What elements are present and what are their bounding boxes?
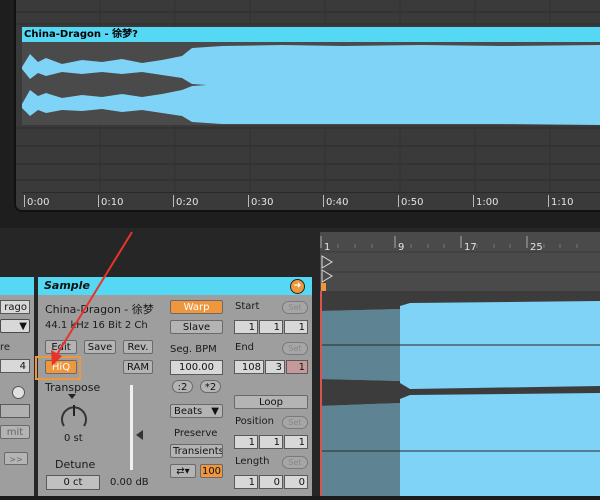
time-ruler[interactable]: 0:00 0:10 0:20 0:30 0:40 0:50 1:00 1:10 <box>22 192 600 210</box>
preserve-value: Transients <box>173 446 223 457</box>
volume-slider-handle[interactable] <box>136 430 143 440</box>
transpose-label: Transpose <box>45 381 101 394</box>
volume-slider-track[interactable] <box>130 385 133 470</box>
half-tempo-button[interactable]: :2 <box>172 380 193 393</box>
start-label: Start <box>235 301 260 312</box>
start-bar[interactable]: 1 <box>234 320 258 334</box>
sample-ruler-label: 25 <box>530 242 543 253</box>
warp-button[interactable]: Warp <box>170 300 223 314</box>
ruler-tick <box>473 195 474 207</box>
arrow-right-icon[interactable]: ➜ <box>290 279 305 294</box>
left-panel-value[interactable]: 4 <box>0 359 30 373</box>
end-set-button[interactable]: Set <box>282 342 308 355</box>
arrangement-clip-title[interactable]: China-Dragon - 徐梦? <box>22 27 600 42</box>
length-beat[interactable]: 0 <box>259 475 283 489</box>
left-panel-select[interactable]: ▼ <box>0 319 30 333</box>
sample-ruler-label: 9 <box>398 242 405 253</box>
ruler-label: 1:00 <box>476 197 499 208</box>
ruler-tick <box>24 195 25 207</box>
sample-editor-waveform[interactable] <box>320 291 600 496</box>
ruler-tick <box>548 195 549 207</box>
start-set-button[interactable]: Set <box>282 301 308 314</box>
left-panel-name: rago <box>0 300 30 314</box>
arrangement-clip-waveform[interactable] <box>22 42 600 125</box>
warp-mode-select[interactable]: Beats ▼ <box>170 404 223 418</box>
detune-label: Detune <box>55 458 96 471</box>
left-panel-forward[interactable]: >> <box>4 452 28 465</box>
chevron-down-icon: ▼ <box>211 406 219 417</box>
ruler-tick <box>323 195 324 207</box>
slave-button[interactable]: Slave <box>170 320 223 334</box>
left-panel-header <box>0 277 34 295</box>
end-label: End <box>235 342 255 353</box>
ruler-label: 0:30 <box>251 197 274 208</box>
ruler-tick <box>98 195 99 207</box>
transpose-knob[interactable] <box>58 400 90 432</box>
annotation-arrow <box>51 231 133 366</box>
ruler-label: 0:40 <box>326 197 349 208</box>
sample-ruler-label: 1 <box>324 242 331 253</box>
sample-ruler-grid <box>320 236 600 291</box>
preserve-select[interactable]: Transients <box>170 444 223 458</box>
position-label: Position <box>235 416 274 427</box>
loop-style-value[interactable]: 100 <box>200 464 223 478</box>
refresh-icon[interactable] <box>12 386 25 399</box>
double-tempo-button[interactable]: *2 <box>200 380 221 393</box>
left-panel-field[interactable] <box>0 404 30 418</box>
preserve-label: Preserve <box>174 428 218 439</box>
start-beat[interactable]: 1 <box>259 320 283 334</box>
volume-value: 0.00 dB <box>110 477 149 488</box>
detune-field[interactable]: 0 ct <box>46 475 100 490</box>
left-panel-button[interactable]: mit <box>0 425 30 439</box>
ruler-label: 0:10 <box>101 197 124 208</box>
position-set-button[interactable]: Set <box>282 416 308 429</box>
ruler-label: 0:00 <box>27 197 50 208</box>
sample-waveform <box>320 291 600 496</box>
ruler-label: 1:10 <box>551 197 574 208</box>
loop-button[interactable]: Loop <box>234 395 308 409</box>
end-bar[interactable]: 108 <box>234 360 264 374</box>
position-sixteenth[interactable]: 1 <box>284 435 308 449</box>
ruler-tick <box>248 195 249 207</box>
length-bar[interactable]: 1 <box>234 475 258 489</box>
sample-editor-ruler[interactable]: 1 9 17 25 <box>320 232 600 291</box>
ruler-tick <box>398 195 399 207</box>
ruler-label: 0:20 <box>176 197 199 208</box>
end-sixteenth[interactable]: 1 <box>286 360 308 374</box>
ruler-label: 0:50 <box>401 197 424 208</box>
loop-mode-select[interactable]: ⇄▾ <box>170 464 196 478</box>
length-sixteenth[interactable]: 0 <box>284 475 308 489</box>
position-beat[interactable]: 1 <box>259 435 283 449</box>
seg-bpm-field[interactable]: 100.00 <box>170 360 223 375</box>
ruler-tick <box>173 195 174 207</box>
position-bar[interactable]: 1 <box>234 435 258 449</box>
transpose-value: 0 st <box>64 433 83 444</box>
left-panel-label: re <box>0 342 11 353</box>
seg-bpm-label: Seg. BPM <box>170 344 217 355</box>
triangle-down-icon <box>68 394 76 399</box>
end-beat[interactable]: 3 <box>265 360 285 374</box>
length-set-button[interactable]: Set <box>282 456 308 469</box>
warp-mode-value: Beats <box>174 406 203 417</box>
arrangement-track-area: China-Dragon - 徐梦? 0:00 0:10 0:20 0:30 0… <box>14 0 600 212</box>
arrangement-waveform <box>22 45 600 125</box>
sample-ruler-label: 17 <box>464 242 477 253</box>
length-label: Length <box>235 456 270 467</box>
start-sixteenth[interactable]: 1 <box>284 320 308 334</box>
loop-mode-icon: ⇄▾ <box>176 466 190 477</box>
